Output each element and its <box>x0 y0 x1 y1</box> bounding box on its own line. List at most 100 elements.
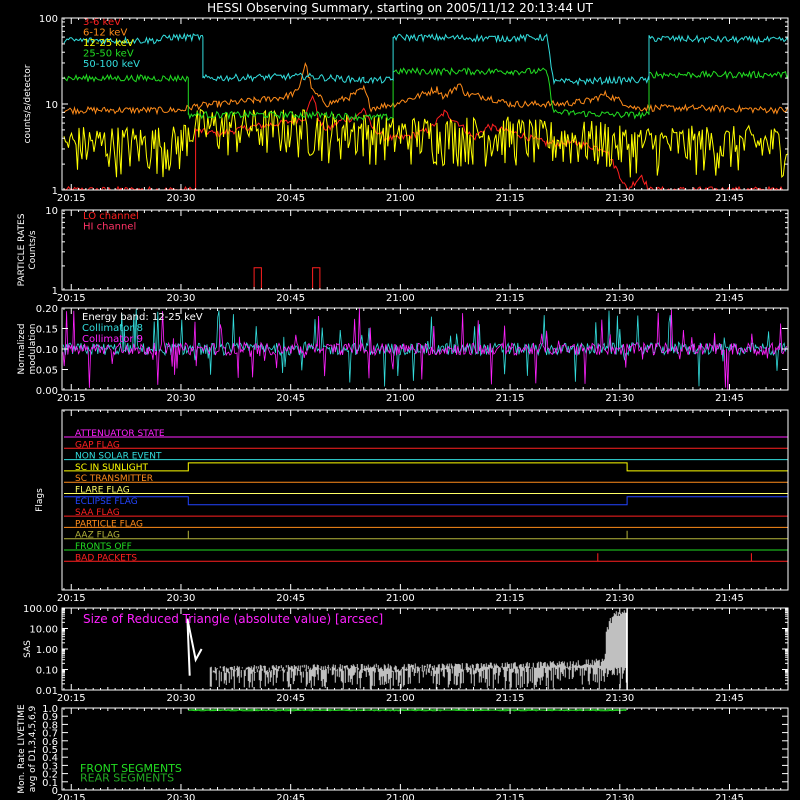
livetime-time-label: 21:30 <box>605 793 634 800</box>
chart-svg: HESSI Observing Summary, starting on 200… <box>17 1 789 800</box>
sas-y-title: SAS <box>23 640 33 658</box>
modulation-time-label: 20:45 <box>276 393 305 404</box>
flags-time-label: 20:45 <box>276 593 305 604</box>
flag-label: ATTENUATOR STATE <box>75 429 165 439</box>
modulation-time-label: 21:30 <box>605 393 634 404</box>
flag-label: AAZ FLAG <box>75 531 120 541</box>
particle-rates-time-label: 21:15 <box>496 293 525 304</box>
flag-line-sc-in-sunlight <box>64 462 788 472</box>
count-rates-time-label: 20:15 <box>57 193 86 204</box>
modulation-annotation: Energy band: 12-25 keV <box>82 312 203 323</box>
legend-entry: LO channel <box>83 211 139 222</box>
sas-y-label: 1.00 <box>36 645 58 656</box>
legend-entry: 50-100 keV <box>83 59 140 70</box>
legend-entry: REAR SEGMENTS <box>80 772 174 785</box>
flags-time-label: 20:15 <box>57 593 86 604</box>
particle-series-line <box>64 267 788 291</box>
count-rates-time-label: 21:30 <box>605 193 634 204</box>
particle-rates-time-label: 21:00 <box>386 293 415 304</box>
sas-time-label: 21:45 <box>715 693 744 704</box>
sas-annotation: Size of Reduced Triangle (absolute value… <box>83 612 383 626</box>
flag-label: SC IN SUNLIGHT <box>75 463 149 473</box>
flag-line-bad-packets <box>64 553 788 562</box>
flag-label: SC TRANSMITTER <box>75 474 153 484</box>
flag-label: PARTICLE FLAG <box>75 519 143 529</box>
legend-entry: Collimator 9 <box>82 334 143 345</box>
flags-time-label: 20:30 <box>167 593 196 604</box>
particle-rates-y-title: PARTICLE RATES <box>17 213 27 286</box>
sas-initial-spike <box>186 618 203 676</box>
count-rates-time-label: 20:30 <box>167 193 196 204</box>
livetime-y-title: Mon. Rate LIVETIME <box>17 704 27 794</box>
livetime-y-title: avg of D1,3,4,5,6,9 <box>28 705 38 792</box>
modulation-y-title: modulation <box>28 324 38 375</box>
livetime-time-label: 21:15 <box>496 793 525 800</box>
flags-time-label: 21:00 <box>386 593 415 604</box>
count-rates-time-label: 20:45 <box>276 193 305 204</box>
count-rates-y-label: 100 <box>39 14 58 25</box>
modulation-time-label: 20:15 <box>57 393 86 404</box>
sas-time-label: 21:30 <box>605 693 634 704</box>
flags-time-label: 21:15 <box>496 593 525 604</box>
flag-label: BAD PACKETS <box>75 553 137 563</box>
sas-y-label: 0.01 <box>36 686 58 697</box>
flags-time-label: 21:45 <box>715 593 744 604</box>
modulation-y-label: 0.05 <box>36 366 58 377</box>
flag-label: GAP FLAG <box>75 440 120 450</box>
sas-time-label: 20:15 <box>57 693 86 704</box>
sas-time-label: 21:15 <box>496 693 525 704</box>
modulation-y-label: 0.20 <box>36 304 58 315</box>
count-rates-y-title: counts/s/detector <box>23 64 33 143</box>
particle-rates-y-title: Counts/s <box>28 230 38 269</box>
particle-rates-time-label: 20:15 <box>57 293 86 304</box>
series-line-50-100-kev <box>63 32 789 87</box>
chart-title: HESSI Observing Summary, starting on 200… <box>207 1 593 15</box>
particle-rates-y-label: 10 <box>45 206 58 217</box>
particle-rates-time-label: 21:45 <box>715 293 744 304</box>
sas-time-label: 20:45 <box>276 693 305 704</box>
modulation-y-label: 0.10 <box>36 345 58 356</box>
legend-entry: Collimator 8 <box>82 323 143 334</box>
livetime-y-label: 1.0 <box>42 704 58 715</box>
modulation-y-label: 0.15 <box>36 325 58 336</box>
modulation-time-label: 21:00 <box>386 393 415 404</box>
modulation-y-title: Normalized <box>17 323 27 374</box>
sas-y-label: 10.00 <box>29 625 58 636</box>
sas-y-label: 0.10 <box>36 666 58 677</box>
flag-label: NON SOLAR EVENT <box>75 452 162 462</box>
modulation-time-label: 21:15 <box>496 393 525 404</box>
flags-y-title: Flags <box>35 488 45 512</box>
flags-time-label: 21:30 <box>605 593 634 604</box>
flag-label: FRONTS OFF <box>75 542 132 552</box>
livetime-time-label: 20:30 <box>167 793 196 800</box>
count-rates-time-label: 21:00 <box>386 193 415 204</box>
livetime-time-label: 21:00 <box>386 793 415 800</box>
flag-line-aaz-flag <box>64 530 788 540</box>
particle-rates-time-label: 20:45 <box>276 293 305 304</box>
legend-entry: 6-12 keV <box>83 28 127 39</box>
particle-rates-frame <box>61 209 789 291</box>
flag-line-eclipse-flag <box>64 496 788 506</box>
hessi-summary-figure: HESSI Observing Summary, starting on 200… <box>0 0 800 800</box>
modulation-y-label: 0.00 <box>36 386 58 397</box>
series-line-12-25-kev <box>63 108 789 178</box>
count-rates-time-label: 21:45 <box>715 193 744 204</box>
livetime-time-label: 20:15 <box>57 793 86 800</box>
sas-time-label: 20:30 <box>167 693 196 704</box>
livetime-time-label: 20:45 <box>276 793 305 800</box>
sas-time-label: 21:00 <box>386 693 415 704</box>
flag-label: ECLIPSE FLAG <box>75 497 138 507</box>
modulation-time-label: 20:30 <box>167 393 196 404</box>
particle-rates-time-label: 21:30 <box>605 293 634 304</box>
flag-label: SAA FLAG <box>75 508 120 518</box>
count-rates-y-label: 10 <box>45 100 58 111</box>
flag-label: FLARE FLAG <box>75 486 130 496</box>
livetime-time-label: 21:45 <box>715 793 744 800</box>
sas-y-label: 100.00 <box>23 604 58 615</box>
legend-entry: HI channel <box>83 222 136 233</box>
particle-rates-time-label: 20:30 <box>167 293 196 304</box>
legend-entry: 12-25 keV <box>83 38 134 49</box>
legend-entry: 25-50 keV <box>83 49 134 60</box>
count-rates-time-label: 21:15 <box>496 193 525 204</box>
modulation-time-label: 21:45 <box>715 393 744 404</box>
